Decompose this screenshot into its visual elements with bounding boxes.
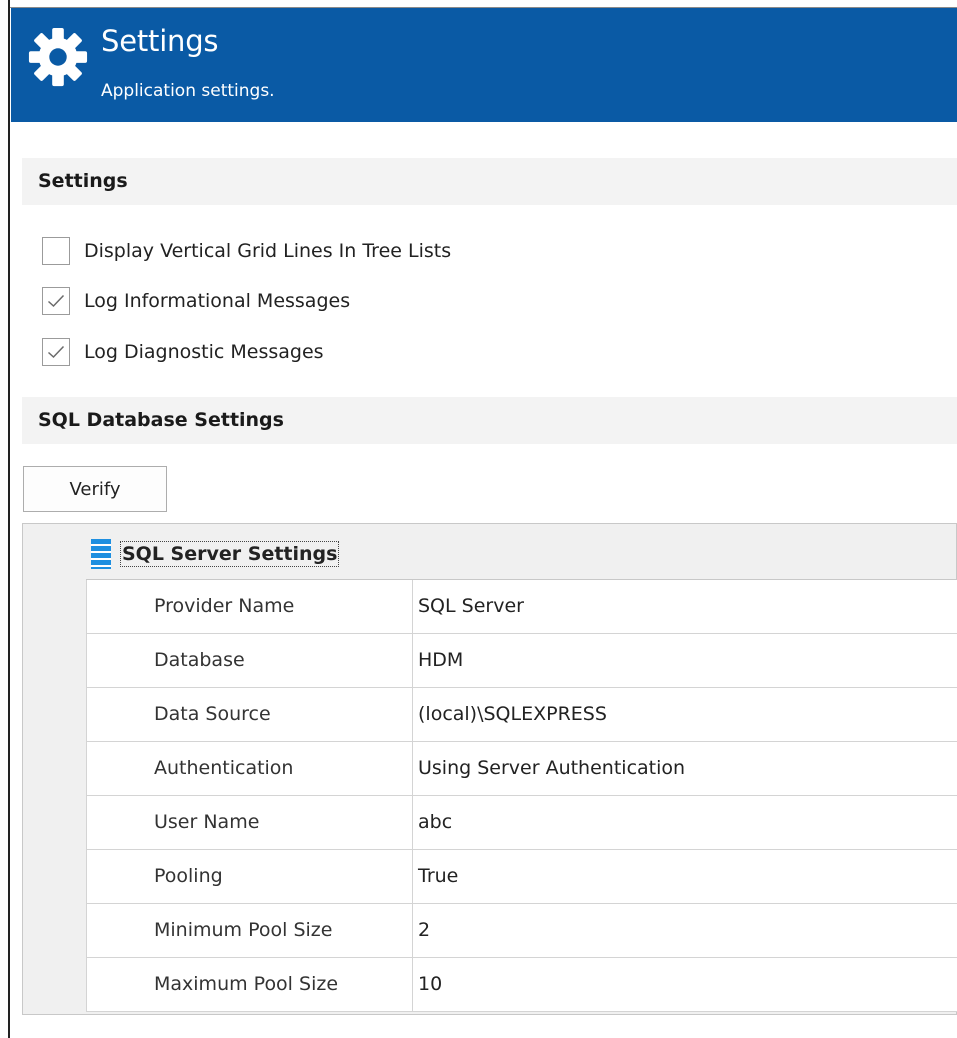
property-row-user-name[interactable]: User Name abc [86,796,957,850]
property-row-database[interactable]: Database HDM [86,634,957,688]
section-header-sql-database: SQL Database Settings [22,397,957,444]
property-name: User Name [86,796,413,849]
property-row-data-source[interactable]: Data Source (local)\SQLEXPRESS [86,688,957,742]
option-label: Log Informational Messages [84,290,351,312]
database-icon [91,539,111,569]
property-row-minimum-pool-size[interactable]: Minimum Pool Size 2 [86,904,957,958]
option-label: Log Diagnostic Messages [84,341,324,363]
property-name: Pooling [86,850,413,903]
property-value[interactable]: HDM [413,634,957,687]
window-left-border [8,0,10,1038]
property-row-maximum-pool-size[interactable]: Maximum Pool Size 10 [86,958,957,1012]
property-name: Authentication [86,742,413,795]
verify-button[interactable]: Verify [23,466,167,512]
property-name: Provider Name [86,580,413,633]
property-value[interactable]: abc [413,796,957,849]
property-value[interactable]: SQL Server [413,580,957,633]
checkbox-log-informational[interactable] [42,287,70,315]
property-rows: Provider Name SQL Server Database HDM Da… [86,579,957,1012]
property-value[interactable]: 2 [413,904,957,957]
property-grid: SQL Server Settings Provider Name SQL Se… [22,523,957,1015]
gear-icon [28,27,88,87]
option-label: Display Vertical Grid Lines In Tree List… [84,240,452,262]
page-subtitle: Application settings. [101,81,275,101]
property-row-pooling[interactable]: Pooling True [86,850,957,904]
checkbox-vertical-grid-lines[interactable] [42,237,70,265]
property-value[interactable]: (local)\SQLEXPRESS [413,688,957,741]
category-label: SQL Server Settings [119,541,340,567]
property-row-authentication[interactable]: Authentication Using Server Authenticati… [86,742,957,796]
property-name: Minimum Pool Size [86,904,413,957]
option-log-diagnostic[interactable]: Log Diagnostic Messages [42,336,324,368]
page-title: Settings [101,24,219,58]
property-name: Maximum Pool Size [86,958,413,1011]
property-value[interactable]: True [413,850,957,903]
property-value[interactable]: Using Server Authentication [413,742,957,795]
section-header-settings: Settings [22,158,957,205]
property-value[interactable]: 10 [413,958,957,1011]
page-header: Settings Application settings. [11,8,957,122]
checkmark-icon [47,345,65,359]
category-sql-server-settings[interactable]: SQL Server Settings [91,538,340,570]
property-name: Database [86,634,413,687]
option-vertical-grid-lines[interactable]: Display Vertical Grid Lines In Tree List… [42,235,451,267]
checkmark-icon [47,294,65,308]
property-row-provider-name[interactable]: Provider Name SQL Server [86,580,957,634]
option-log-informational[interactable]: Log Informational Messages [42,285,350,317]
property-name: Data Source [86,688,413,741]
checkbox-log-diagnostic[interactable] [42,338,70,366]
